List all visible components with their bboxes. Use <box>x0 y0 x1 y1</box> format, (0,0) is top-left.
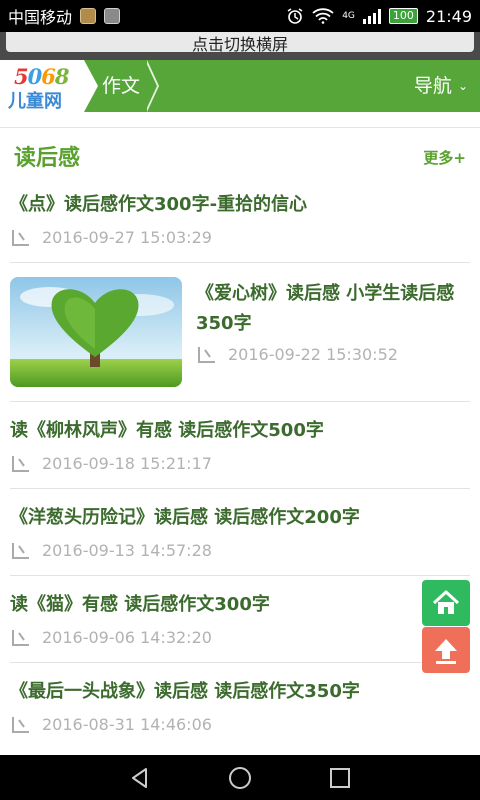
system-nav-bar <box>0 755 480 800</box>
alarm-icon <box>287 8 303 24</box>
article-title[interactable]: 《爱心树》读后感 小学生读后感350字 <box>196 279 470 339</box>
list-item[interactable]: 读《柳林风声》有感 读后感作文500字 2016-09-18 15:21:17 <box>10 402 470 489</box>
signal-icon <box>362 8 381 24</box>
breadcrumb-separator-2-inner <box>145 60 157 112</box>
rotate-landscape-button[interactable]: 点击切换横屏 <box>6 32 474 54</box>
article-meta: 2016-09-13 14:57:28 <box>10 539 470 561</box>
nav-menu-button[interactable]: 导航 ⌄ <box>414 60 468 112</box>
notification-image-icon <box>104 8 121 24</box>
article-text: 《爱心树》读后感 小学生读后感350字 2016-09-22 15:30:52 <box>182 277 470 387</box>
article-date: 2016-08-31 14:46:06 <box>42 714 212 734</box>
back-icon[interactable] <box>128 766 152 790</box>
rotate-banner-bar: 点击切换横屏 <box>0 32 480 60</box>
heart-tree-image <box>10 277 182 387</box>
network-type-label: 4G <box>342 11 355 21</box>
article-title[interactable]: 读《柳林风声》有感 读后感作文500字 <box>10 416 470 446</box>
recent-apps-icon[interactable] <box>328 766 352 790</box>
clock-icon <box>198 347 215 363</box>
article-list: 《点》读后感作文300字-重拾的信心 2016-09-27 15:03:29 《… <box>0 182 480 749</box>
article-title[interactable]: 《点》读后感作文300字-重拾的信心 <box>10 190 470 220</box>
clock-time: 21:49 <box>425 6 472 26</box>
home-nav-icon[interactable] <box>227 765 253 791</box>
site-header: 5068 儿童网 作文 导航 ⌄ <box>0 60 480 112</box>
more-link[interactable]: 更多+ <box>423 147 466 168</box>
scroll-top-button[interactable] <box>422 627 470 673</box>
wifi-icon <box>312 8 334 24</box>
home-icon <box>432 590 460 614</box>
scroll-top-icon <box>435 639 457 664</box>
chevron-down-icon: ⌄ <box>457 79 468 93</box>
article-title[interactable]: 《洋葱头历险记》读后感 读后感作文200字 <box>10 503 470 533</box>
article-date: 2016-09-22 15:30:52 <box>228 344 398 364</box>
header-divider <box>0 127 480 128</box>
article-date: 2016-09-06 14:32:20 <box>42 627 212 647</box>
logo-digit-3: 6 <box>41 64 56 89</box>
nav-menu-label: 导航 <box>413 75 452 97</box>
article-meta: 2016-09-06 14:32:20 <box>10 626 470 648</box>
article-meta: 2016-09-27 15:03:29 <box>10 226 470 248</box>
home-button[interactable] <box>422 580 470 626</box>
article-title[interactable]: 《最后一头战象》读后感 读后感作文350字 <box>10 677 470 707</box>
breadcrumb-current[interactable]: 作文 <box>102 60 140 112</box>
battery-indicator: 100 <box>388 8 418 24</box>
section-title: 读后感 <box>14 146 81 171</box>
article-meta: 2016-08-31 14:46:06 <box>10 713 470 735</box>
list-item[interactable]: 《洋葱头历险记》读后感 读后感作文200字 2016-09-13 14:57:2… <box>10 489 470 576</box>
notification-app-icon <box>80 8 97 24</box>
site-logo[interactable]: 5068 儿童网 <box>0 60 84 112</box>
status-bar: 中国移动 4G 100 21:49 <box>0 0 480 32</box>
logo-number: 5068 <box>14 64 69 89</box>
article-meta: 2016-09-22 15:30:52 <box>196 343 470 365</box>
breadcrumb-separator <box>84 60 98 112</box>
article-title[interactable]: 读《猫》有感 读后感作文300字 <box>10 590 470 620</box>
logo-digit-2: 0 <box>27 64 43 89</box>
article-thumbnail[interactable] <box>10 277 182 387</box>
list-item[interactable]: 读《猫》有感 读后感作文300字 2016-09-06 14:32:20 <box>10 576 470 663</box>
clock-icon <box>12 543 29 559</box>
article-date: 2016-09-13 14:57:28 <box>42 540 212 560</box>
list-item[interactable]: 《爱心树》读后感 小学生读后感350字 2016-09-22 15:30:52 <box>10 263 470 402</box>
clock-icon <box>12 717 29 733</box>
article-date: 2016-09-18 15:21:17 <box>42 453 212 473</box>
clock-icon <box>12 230 29 246</box>
logo-text: 儿童网 <box>8 91 62 112</box>
article-date: 2016-09-27 15:03:29 <box>42 227 212 247</box>
list-item[interactable]: 《最后一头战象》读后感 读后感作文350字 2016-08-31 14:46:0… <box>10 663 470 749</box>
clock-icon <box>12 456 29 472</box>
list-item[interactable]: 《点》读后感作文300字-重拾的信心 2016-09-27 15:03:29 <box>10 182 470 263</box>
logo-digit-1: 5 <box>14 64 29 89</box>
clock-icon <box>12 630 29 646</box>
logo-digit-4: 8 <box>54 64 70 89</box>
carrier-label: 中国移动 <box>8 8 73 27</box>
article-meta: 2016-09-18 15:21:17 <box>10 452 470 474</box>
